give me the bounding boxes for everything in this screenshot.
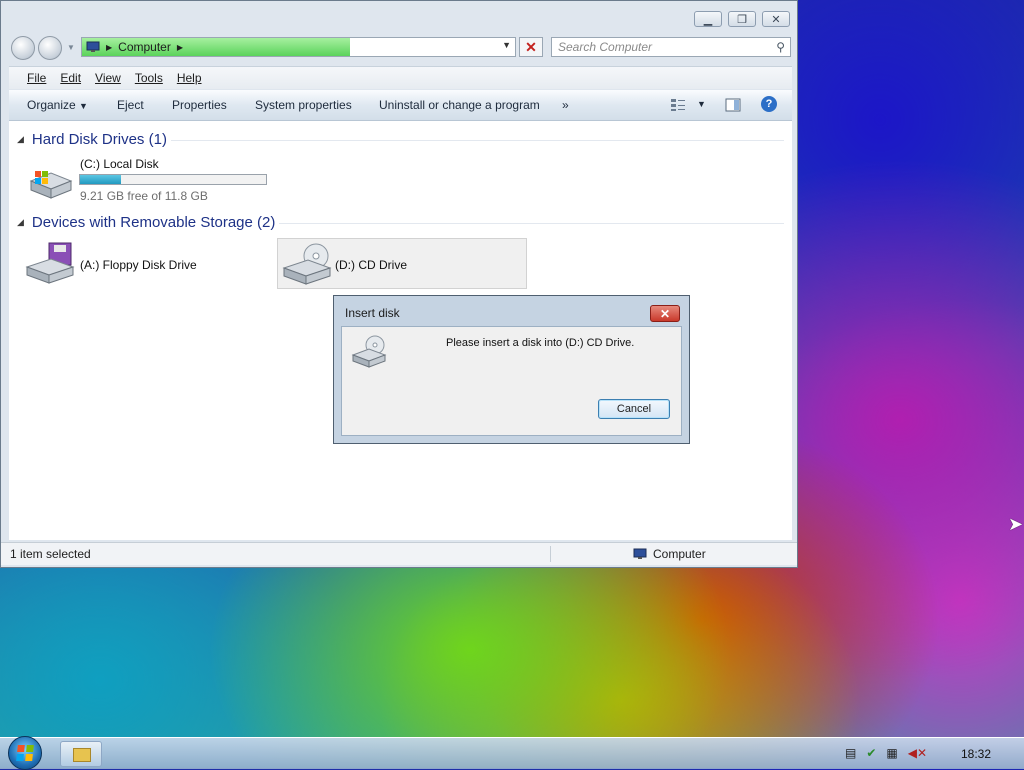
windows-logo-icon <box>16 745 34 761</box>
more-commands-button[interactable]: » <box>562 98 569 112</box>
drive-name: (A:) Floppy Disk Drive <box>80 258 197 272</box>
stop-button[interactable]: ✕ <box>519 37 543 57</box>
address-dropdown-icon[interactable]: ▼ <box>502 40 511 50</box>
menu-bar: File Edit View Tools Help <box>9 66 792 89</box>
status-divider <box>550 546 551 562</box>
organize-label: Organize <box>27 98 76 112</box>
breadcrumb-separator-icon: ▶ <box>176 42 183 52</box>
collapse-triangle-icon[interactable]: ◢ <box>17 134 24 145</box>
search-placeholder: Search Computer <box>558 40 653 54</box>
status-location-label: Computer <box>653 547 706 561</box>
help-icon[interactable]: ? <box>761 96 777 112</box>
menu-view[interactable]: View <box>89 71 129 85</box>
floppy-drive-icon <box>25 242 75 284</box>
group-header-hard-disks[interactable]: ◢ Hard Disk Drives (1) <box>17 131 167 148</box>
cancel-button[interactable]: Cancel <box>598 399 670 419</box>
action-center-icon[interactable]: ▤ <box>845 746 856 760</box>
group-title: Devices with Removable Storage (2) <box>31 214 276 231</box>
change-view-icon[interactable] <box>670 98 686 115</box>
close-button[interactable]: ✕ <box>762 11 790 27</box>
cd-drive-icon <box>282 243 332 285</box>
computer-icon <box>633 548 647 559</box>
search-icon[interactable]: ⚲ <box>776 40 785 54</box>
status-location: Computer <box>633 547 706 561</box>
chevron-down-icon: ▼ <box>79 101 88 111</box>
folder-icon <box>73 748 91 762</box>
status-bar: 1 item selected Computer <box>1 542 797 565</box>
status-selection-count: 1 item selected <box>10 547 91 561</box>
group-divider <box>279 223 784 224</box>
drive-d-cd[interactable]: (D:) CD Drive <box>277 238 527 289</box>
menu-help[interactable]: Help <box>171 71 210 85</box>
drive-name: (C:) Local Disk <box>80 157 159 171</box>
insert-disk-dialog: Insert disk ✕ Please insert a disk into … <box>333 295 690 444</box>
address-row: ▼ ▶ Computer ▶ ▼ ✕ Search Computer ⚲ <box>1 34 797 62</box>
group-divider <box>171 140 784 141</box>
taskbar-clock[interactable]: 18:32 <box>961 747 991 761</box>
organize-button[interactable]: Organize ▼ <box>27 98 88 112</box>
breadcrumb-computer[interactable]: Computer <box>118 40 171 54</box>
eject-button[interactable]: Eject <box>117 98 144 112</box>
explorer-window: ▁ ❐ ✕ ▼ ▶ Computer ▶ ▼ ✕ Search Computer… <box>0 0 798 568</box>
system-tray: ▤ ✔ ▦ ◀✕ <box>845 746 927 760</box>
forward-button[interactable] <box>38 36 62 60</box>
mouse-cursor-icon: ➤ <box>1008 514 1024 534</box>
uninstall-program-button[interactable]: Uninstall or change a program <box>379 98 540 112</box>
drive-name: (D:) CD Drive <box>335 258 407 272</box>
hard-drive-icon <box>29 171 73 199</box>
command-bar: Organize ▼ Eject Properties System prope… <box>9 90 792 121</box>
network-icon[interactable]: ▦ <box>886 746 897 760</box>
cd-drive-icon <box>351 335 387 368</box>
group-header-removable[interactable]: ◢ Devices with Removable Storage (2) <box>17 214 275 231</box>
menu-tools[interactable]: Tools <box>129 71 171 85</box>
preview-pane-icon[interactable] <box>725 98 741 115</box>
minimize-button[interactable]: ▁ <box>694 11 722 27</box>
drive-free-space: 9.21 GB free of 11.8 GB <box>80 189 208 203</box>
security-shield-icon[interactable]: ✔ <box>866 746 876 760</box>
collapse-triangle-icon[interactable]: ◢ <box>17 217 24 228</box>
dialog-close-button[interactable]: ✕ <box>650 305 680 322</box>
recent-pages-dropdown[interactable]: ▼ <box>67 43 75 52</box>
properties-button[interactable]: Properties <box>172 98 227 112</box>
window-titlebar[interactable]: ▁ ❐ ✕ <box>1 1 797 33</box>
view-options-dropdown-icon[interactable]: ▼ <box>697 99 706 109</box>
search-input[interactable]: Search Computer ⚲ <box>551 37 791 57</box>
drive-capacity-bar <box>79 174 267 185</box>
dialog-title: Insert disk <box>345 306 400 320</box>
breadcrumb-separator-icon: ▶ <box>106 42 113 52</box>
volume-muted-icon[interactable]: ◀✕ <box>908 746 927 760</box>
taskbar-explorer-button[interactable] <box>60 741 102 767</box>
taskbar: ▤ ✔ ▦ ◀✕ 18:32 <box>0 736 1024 770</box>
computer-icon <box>86 41 100 52</box>
maximize-button[interactable]: ❐ <box>728 11 756 27</box>
menu-file[interactable]: File <box>9 71 54 85</box>
back-button[interactable] <box>11 36 35 60</box>
menu-edit[interactable]: Edit <box>54 71 89 85</box>
group-title: Hard Disk Drives (1) <box>31 131 167 148</box>
start-button[interactable] <box>8 736 42 770</box>
drive-capacity-fill <box>80 175 121 184</box>
dialog-message: Please insert a disk into (D:) CD Drive. <box>446 337 635 349</box>
system-properties-button[interactable]: System properties <box>255 98 352 112</box>
address-bar[interactable]: ▶ Computer ▶ ▼ <box>81 37 516 57</box>
dialog-body: Please insert a disk into (D:) CD Drive.… <box>341 326 682 436</box>
